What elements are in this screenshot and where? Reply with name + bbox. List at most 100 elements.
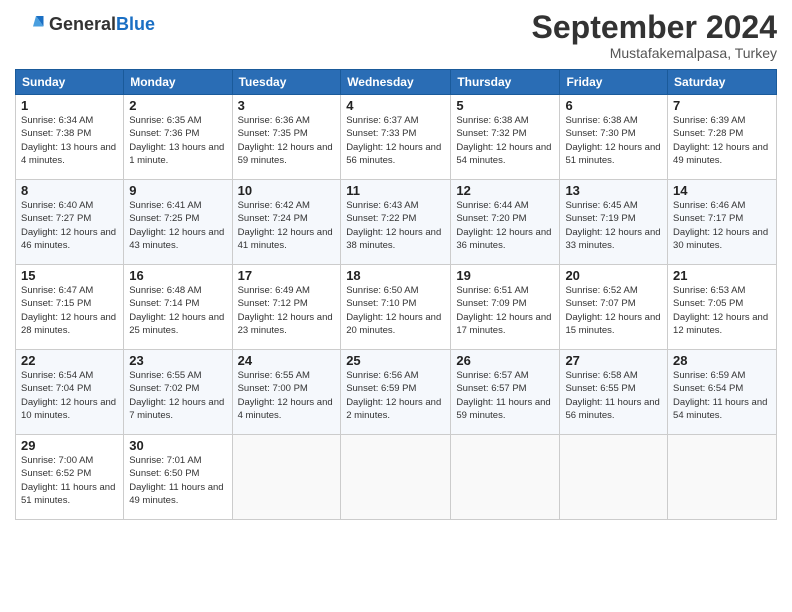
day-number: 4: [346, 98, 445, 113]
calendar-day: 9 Sunrise: 6:41 AMSunset: 7:25 PMDayligh…: [124, 180, 232, 265]
day-info: Sunrise: 6:49 AMSunset: 7:12 PMDaylight:…: [238, 284, 336, 337]
header-monday: Monday: [124, 70, 232, 95]
day-number: 22: [21, 353, 118, 368]
calendar-day: 13 Sunrise: 6:45 AMSunset: 7:19 PMDaylig…: [560, 180, 668, 265]
day-number: 12: [456, 183, 554, 198]
calendar-day: 26 Sunrise: 6:57 AMSunset: 6:57 PMDaylig…: [451, 350, 560, 435]
day-info: Sunrise: 6:34 AMSunset: 7:38 PMDaylight:…: [21, 114, 118, 167]
day-info: Sunrise: 6:50 AMSunset: 7:10 PMDaylight:…: [346, 284, 445, 337]
calendar-day: 15 Sunrise: 6:47 AMSunset: 7:15 PMDaylig…: [16, 265, 124, 350]
day-number: 10: [238, 183, 336, 198]
day-number: 3: [238, 98, 336, 113]
calendar-day: 2 Sunrise: 6:35 AMSunset: 7:36 PMDayligh…: [124, 95, 232, 180]
calendar-day: 8 Sunrise: 6:40 AMSunset: 7:27 PMDayligh…: [16, 180, 124, 265]
day-number: 6: [565, 98, 662, 113]
day-info: Sunrise: 6:58 AMSunset: 6:55 PMDaylight:…: [565, 369, 662, 422]
day-info: Sunrise: 6:44 AMSunset: 7:20 PMDaylight:…: [456, 199, 554, 252]
calendar-day: 5 Sunrise: 6:38 AMSunset: 7:32 PMDayligh…: [451, 95, 560, 180]
day-info: Sunrise: 6:54 AMSunset: 7:04 PMDaylight:…: [21, 369, 118, 422]
calendar-day: 29 Sunrise: 7:00 AMSunset: 6:52 PMDaylig…: [16, 435, 124, 520]
empty-cell: [232, 435, 341, 520]
header: GeneralBlue September 2024 Mustafakemalp…: [15, 10, 777, 61]
day-info: Sunrise: 6:59 AMSunset: 6:54 PMDaylight:…: [673, 369, 771, 422]
calendar-day: 24 Sunrise: 6:55 AMSunset: 7:00 PMDaylig…: [232, 350, 341, 435]
day-number: 20: [565, 268, 662, 283]
calendar-day: 4 Sunrise: 6:37 AMSunset: 7:33 PMDayligh…: [341, 95, 451, 180]
day-number: 9: [129, 183, 226, 198]
day-info: Sunrise: 6:57 AMSunset: 6:57 PMDaylight:…: [456, 369, 554, 422]
empty-cell: [668, 435, 777, 520]
day-number: 25: [346, 353, 445, 368]
day-number: 8: [21, 183, 118, 198]
day-number: 5: [456, 98, 554, 113]
calendar-row: 22 Sunrise: 6:54 AMSunset: 7:04 PMDaylig…: [16, 350, 777, 435]
header-thursday: Thursday: [451, 70, 560, 95]
calendar-day: 12 Sunrise: 6:44 AMSunset: 7:20 PMDaylig…: [451, 180, 560, 265]
day-number: 28: [673, 353, 771, 368]
calendar-day: 18 Sunrise: 6:50 AMSunset: 7:10 PMDaylig…: [341, 265, 451, 350]
logo-text: GeneralBlue: [49, 15, 155, 35]
calendar-day: 20 Sunrise: 6:52 AMSunset: 7:07 PMDaylig…: [560, 265, 668, 350]
day-info: Sunrise: 6:38 AMSunset: 7:32 PMDaylight:…: [456, 114, 554, 167]
day-number: 27: [565, 353, 662, 368]
day-info: Sunrise: 6:48 AMSunset: 7:14 PMDaylight:…: [129, 284, 226, 337]
calendar-day: 16 Sunrise: 6:48 AMSunset: 7:14 PMDaylig…: [124, 265, 232, 350]
day-info: Sunrise: 6:43 AMSunset: 7:22 PMDaylight:…: [346, 199, 445, 252]
day-number: 19: [456, 268, 554, 283]
day-number: 29: [21, 438, 118, 453]
header-saturday: Saturday: [668, 70, 777, 95]
empty-cell: [560, 435, 668, 520]
day-info: Sunrise: 6:56 AMSunset: 6:59 PMDaylight:…: [346, 369, 445, 422]
day-info: Sunrise: 6:55 AMSunset: 7:00 PMDaylight:…: [238, 369, 336, 422]
empty-cell: [451, 435, 560, 520]
day-info: Sunrise: 6:55 AMSunset: 7:02 PMDaylight:…: [129, 369, 226, 422]
month-title: September 2024: [532, 10, 777, 45]
day-number: 26: [456, 353, 554, 368]
day-info: Sunrise: 6:39 AMSunset: 7:28 PMDaylight:…: [673, 114, 771, 167]
header-friday: Friday: [560, 70, 668, 95]
calendar-day: 25 Sunrise: 6:56 AMSunset: 6:59 PMDaylig…: [341, 350, 451, 435]
day-info: Sunrise: 6:40 AMSunset: 7:27 PMDaylight:…: [21, 199, 118, 252]
calendar-day: 23 Sunrise: 6:55 AMSunset: 7:02 PMDaylig…: [124, 350, 232, 435]
day-info: Sunrise: 6:46 AMSunset: 7:17 PMDaylight:…: [673, 199, 771, 252]
day-info: Sunrise: 6:41 AMSunset: 7:25 PMDaylight:…: [129, 199, 226, 252]
title-area: September 2024 Mustafakemalpasa, Turkey: [532, 10, 777, 61]
day-number: 1: [21, 98, 118, 113]
day-number: 16: [129, 268, 226, 283]
empty-cell: [341, 435, 451, 520]
calendar-day: 21 Sunrise: 6:53 AMSunset: 7:05 PMDaylig…: [668, 265, 777, 350]
calendar-day: 1 Sunrise: 6:34 AMSunset: 7:38 PMDayligh…: [16, 95, 124, 180]
calendar-day: 17 Sunrise: 6:49 AMSunset: 7:12 PMDaylig…: [232, 265, 341, 350]
weekday-header-row: Sunday Monday Tuesday Wednesday Thursday…: [16, 70, 777, 95]
day-info: Sunrise: 6:51 AMSunset: 7:09 PMDaylight:…: [456, 284, 554, 337]
calendar-day: 7 Sunrise: 6:39 AMSunset: 7:28 PMDayligh…: [668, 95, 777, 180]
calendar-row: 29 Sunrise: 7:00 AMSunset: 6:52 PMDaylig…: [16, 435, 777, 520]
day-number: 24: [238, 353, 336, 368]
day-number: 15: [21, 268, 118, 283]
day-info: Sunrise: 7:01 AMSunset: 6:50 PMDaylight:…: [129, 454, 226, 507]
day-info: Sunrise: 6:37 AMSunset: 7:33 PMDaylight:…: [346, 114, 445, 167]
page-container: GeneralBlue September 2024 Mustafakemalp…: [0, 0, 792, 530]
day-info: Sunrise: 6:52 AMSunset: 7:07 PMDaylight:…: [565, 284, 662, 337]
header-tuesday: Tuesday: [232, 70, 341, 95]
location: Mustafakemalpasa, Turkey: [532, 45, 777, 61]
day-number: 17: [238, 268, 336, 283]
day-info: Sunrise: 6:47 AMSunset: 7:15 PMDaylight:…: [21, 284, 118, 337]
calendar-day: 6 Sunrise: 6:38 AMSunset: 7:30 PMDayligh…: [560, 95, 668, 180]
logo-blue: Blue: [116, 14, 155, 34]
calendar-day: 30 Sunrise: 7:01 AMSunset: 6:50 PMDaylig…: [124, 435, 232, 520]
day-info: Sunrise: 6:45 AMSunset: 7:19 PMDaylight:…: [565, 199, 662, 252]
logo-icon: [15, 10, 45, 40]
day-number: 23: [129, 353, 226, 368]
day-number: 21: [673, 268, 771, 283]
calendar-day: 28 Sunrise: 6:59 AMSunset: 6:54 PMDaylig…: [668, 350, 777, 435]
logo: GeneralBlue: [15, 10, 155, 40]
day-info: Sunrise: 6:42 AMSunset: 7:24 PMDaylight:…: [238, 199, 336, 252]
day-number: 18: [346, 268, 445, 283]
day-info: Sunrise: 6:53 AMSunset: 7:05 PMDaylight:…: [673, 284, 771, 337]
header-sunday: Sunday: [16, 70, 124, 95]
calendar-day: 22 Sunrise: 6:54 AMSunset: 7:04 PMDaylig…: [16, 350, 124, 435]
calendar-day: 14 Sunrise: 6:46 AMSunset: 7:17 PMDaylig…: [668, 180, 777, 265]
day-info: Sunrise: 7:00 AMSunset: 6:52 PMDaylight:…: [21, 454, 118, 507]
day-number: 13: [565, 183, 662, 198]
